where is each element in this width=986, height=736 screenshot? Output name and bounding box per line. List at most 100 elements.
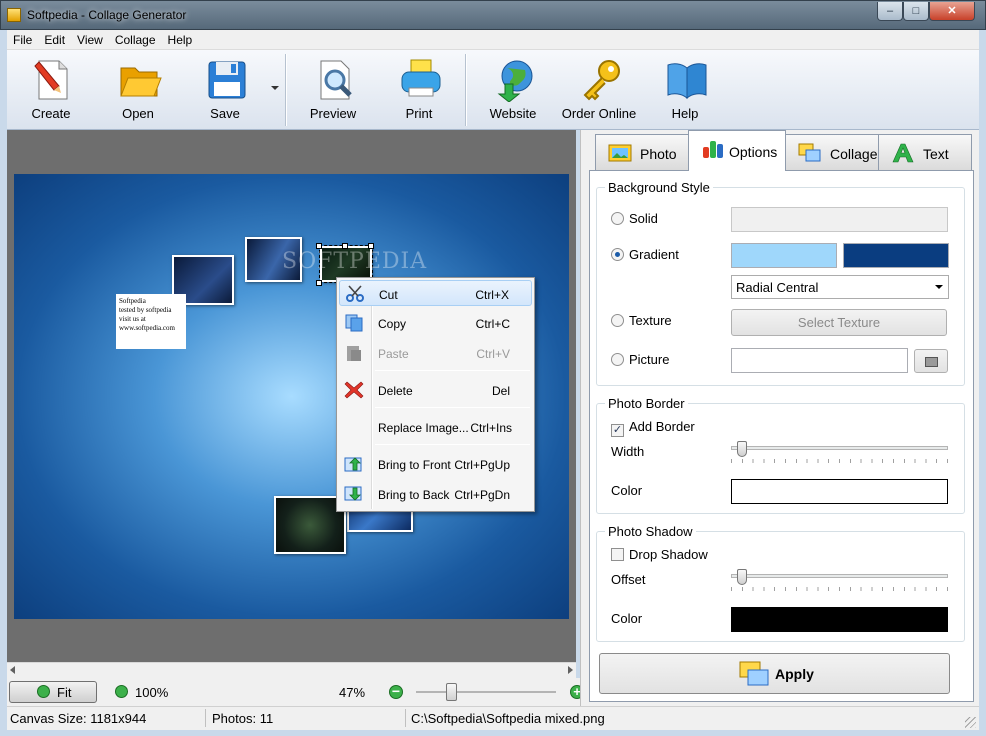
- solid-color-field: [731, 207, 948, 232]
- browse-folder-icon: [925, 357, 938, 367]
- help-button[interactable]: Help: [645, 54, 725, 126]
- new-document-icon: [34, 60, 68, 100]
- border-color-label: Color: [611, 483, 643, 498]
- menu-item-bring-to-front[interactable]: Bring to Front Ctrl+PgUp: [339, 451, 532, 477]
- print-button[interactable]: Print: [379, 54, 459, 126]
- select-texture-button[interactable]: Select Texture: [731, 309, 947, 336]
- texture-radio[interactable]: Texture: [611, 313, 672, 328]
- maximize-button[interactable]: □: [903, 2, 929, 21]
- menu-item-cut[interactable]: Cut Ctrl+X: [339, 280, 532, 306]
- tab-options-label: Options: [729, 144, 778, 160]
- menu-item-shortcut: Del: [491, 384, 510, 398]
- menu-edit[interactable]: Edit: [38, 30, 71, 50]
- zoom-slider-track[interactable]: [416, 691, 556, 693]
- save-dropdown-arrow-icon[interactable]: [271, 86, 279, 90]
- solid-radio[interactable]: Solid: [611, 211, 658, 226]
- menu-item-replace-image[interactable]: Replace Image... Ctrl+Ins: [339, 414, 532, 440]
- scroll-right-arrow-icon[interactable]: [568, 666, 573, 674]
- menu-file[interactable]: File: [7, 30, 38, 50]
- minimize-button[interactable]: –: [877, 2, 903, 21]
- tab-photo-label: Photo: [640, 146, 677, 162]
- status-canvas-size: Canvas Size: 1181x944: [10, 711, 147, 726]
- website-button[interactable]: Website: [473, 54, 553, 126]
- text-note[interactable]: Softpedia tested by softpedia visit us a…: [116, 294, 186, 349]
- close-button[interactable]: ✕: [929, 2, 975, 21]
- status-separator: [405, 709, 406, 727]
- width-label: Width: [611, 444, 645, 459]
- drop-shadow-label: Drop Shadow: [629, 547, 708, 562]
- book-icon: [667, 63, 707, 100]
- status-separator: [205, 709, 206, 727]
- tab-text[interactable]: Text: [878, 134, 972, 170]
- menu-item-paste[interactable]: Paste Ctrl+V: [339, 340, 532, 366]
- actual-size-label[interactable]: 100%: [135, 685, 168, 700]
- printer-icon: [401, 59, 441, 97]
- shadow-color-label: Color: [611, 611, 643, 626]
- menu-item-bring-to-back[interactable]: Bring to Back Ctrl+PgDn: [339, 481, 532, 507]
- border-color-swatch[interactable]: [731, 479, 948, 504]
- actual-size-icon[interactable]: [115, 685, 128, 698]
- save-button[interactable]: Save: [185, 54, 265, 126]
- gradient-type-select[interactable]: Radial Central: [731, 275, 949, 299]
- watermark-text: SOFTPEDIA: [282, 249, 428, 274]
- website-label: Website: [489, 106, 537, 121]
- drop-shadow-checkbox[interactable]: Drop Shadow: [611, 547, 708, 562]
- save-label: Save: [210, 106, 240, 121]
- gradient-color-1[interactable]: [731, 243, 837, 268]
- slider-thumb[interactable]: [737, 441, 747, 457]
- horizontal-scrollbar[interactable]: [7, 662, 576, 678]
- zoom-slider-thumb[interactable]: [446, 683, 457, 701]
- scroll-left-arrow-icon[interactable]: [10, 666, 15, 674]
- menu-item-delete[interactable]: Delete Del: [339, 377, 532, 403]
- tab-options[interactable]: Options: [688, 130, 786, 171]
- context-menu: Cut Ctrl+X Copy Ctrl+C Paste Ctrl+V Dele…: [336, 277, 535, 512]
- copy-icon: [345, 314, 363, 332]
- add-border-label: Add Border: [629, 419, 695, 434]
- status-photos: Photos: 11: [212, 711, 274, 726]
- text-a-icon: [892, 143, 914, 163]
- picture-radio[interactable]: Picture: [611, 352, 669, 367]
- gradient-radio[interactable]: Gradient: [611, 247, 679, 262]
- shadow-color-swatch[interactable]: [731, 607, 948, 632]
- shadow-offset-slider[interactable]: [731, 569, 948, 593]
- menu-item-shortcut: Ctrl+V: [476, 347, 510, 361]
- resize-handle[interactable]: [316, 280, 322, 286]
- fit-button[interactable]: Fit: [9, 681, 97, 703]
- window-title: Softpedia - Collage Generator: [27, 8, 187, 22]
- preview-button[interactable]: Preview: [293, 54, 373, 126]
- tab-photo[interactable]: Photo: [595, 134, 689, 170]
- menu-item-label: Copy: [378, 317, 407, 331]
- tab-collage[interactable]: Collage: [785, 134, 879, 170]
- help-label: Help: [671, 106, 699, 121]
- options-pane: Photo Options Collage Text Background St…: [580, 130, 979, 706]
- create-button[interactable]: Create: [11, 54, 91, 126]
- border-width-slider[interactable]: [731, 441, 948, 465]
- radio-icon: [611, 314, 624, 327]
- menu-item-shortcut: Ctrl+C: [475, 317, 510, 331]
- resize-grip-icon[interactable]: [965, 717, 976, 728]
- scissors-icon: [346, 285, 364, 302]
- photo-shadow-group: Photo Shadow Drop Shadow Offset Color: [596, 524, 965, 642]
- add-border-checkbox[interactable]: ✓ Add Border: [611, 419, 695, 437]
- menu-help[interactable]: Help: [162, 30, 199, 50]
- menu-item-copy[interactable]: Copy Ctrl+C: [339, 310, 532, 336]
- browse-picture-button[interactable]: [914, 349, 948, 373]
- open-button[interactable]: Open: [98, 54, 178, 126]
- menu-view[interactable]: View: [71, 30, 109, 50]
- apply-button[interactable]: Apply: [599, 653, 950, 694]
- create-label: Create: [31, 106, 71, 121]
- radio-icon: [611, 353, 624, 366]
- radio-icon: [611, 212, 624, 225]
- status-file-path: C:\Softpedia\Softpedia mixed.png: [411, 711, 605, 726]
- menu-collage[interactable]: Collage: [109, 30, 162, 50]
- apply-collage-icon: [739, 661, 769, 686]
- menu-item-shortcut: Ctrl+PgUp: [454, 458, 510, 472]
- toolbar-separator: [285, 54, 286, 126]
- offset-label: Offset: [611, 572, 646, 587]
- slider-thumb[interactable]: [737, 569, 747, 585]
- zoom-out-icon[interactable]: −: [389, 684, 403, 699]
- menu-item-label: Cut: [379, 288, 398, 302]
- gradient-color-2[interactable]: [843, 243, 949, 268]
- picture-path-field[interactable]: [731, 348, 908, 373]
- order-online-button[interactable]: Order Online: [559, 54, 639, 126]
